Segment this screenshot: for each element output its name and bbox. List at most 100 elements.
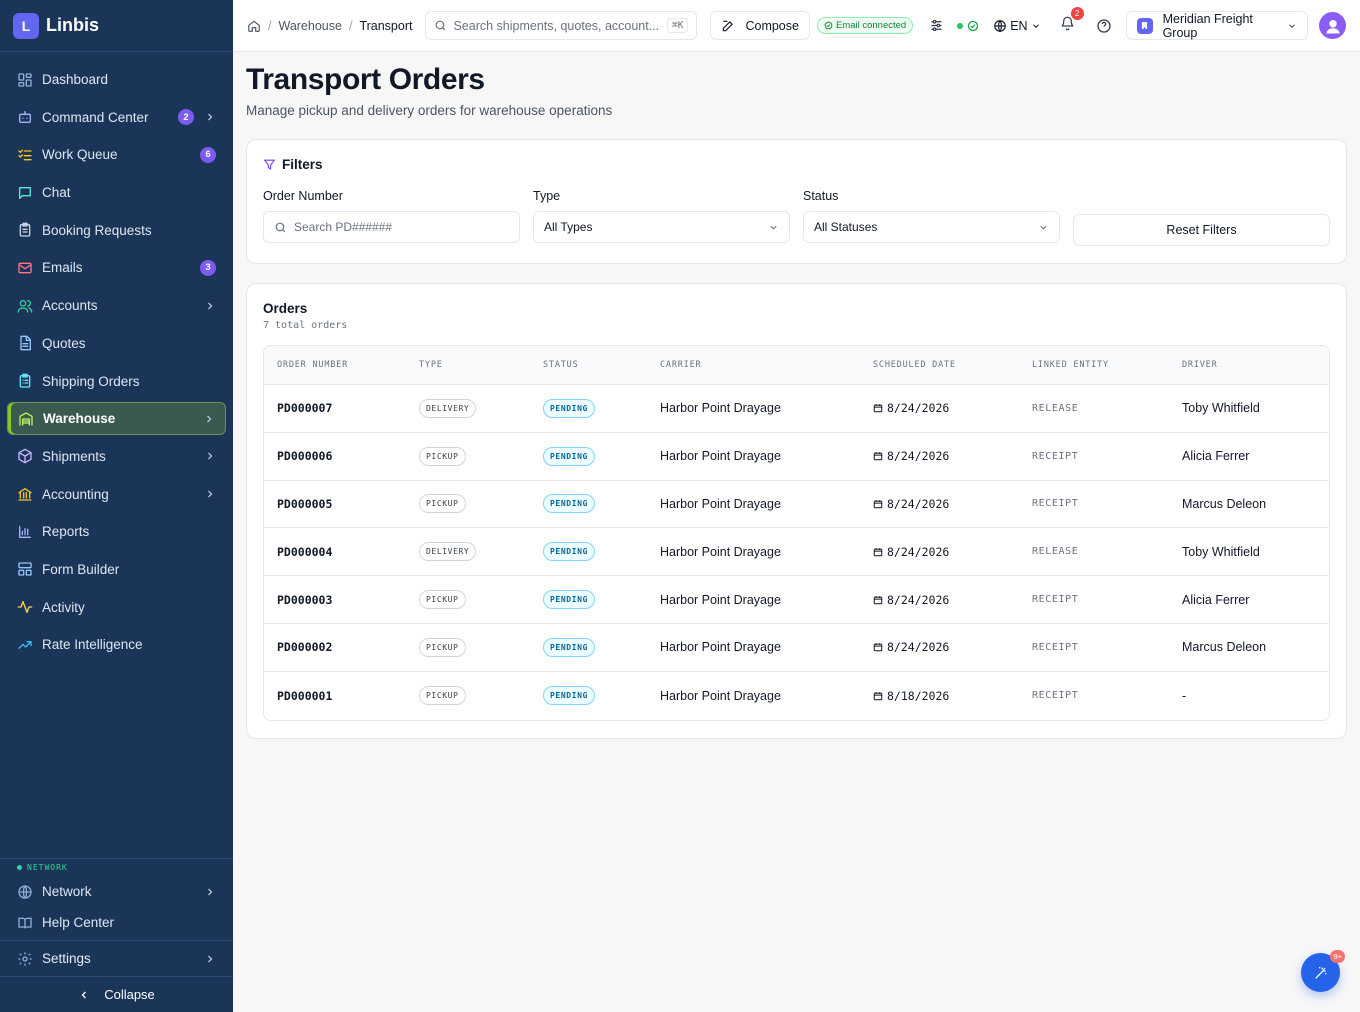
order-number[interactable]: PD000007 [277,401,332,415]
order-number[interactable]: PD000005 [277,497,332,511]
sidebar-item-help-center[interactable]: Help Center [7,907,226,938]
sliders-button[interactable] [929,18,944,33]
linked-entity[interactable]: RELEASE [1032,546,1078,557]
table-row[interactable]: PD000007 DELIVERY PENDING Harbor Point Dray… [264,385,1329,433]
ai-assistant-button[interactable]: 9+ [1301,950,1345,992]
status-select[interactable]: All Statuses [803,211,1060,243]
sidebar-item-network[interactable]: Network [7,876,226,907]
breadcrumb-warehouse[interactable]: Warehouse [278,19,341,33]
connection-status [957,20,979,32]
filter-row: Order Number Search PD###### Type All Ty… [263,189,1330,246]
calendar-icon [873,500,883,509]
compose-label: Compose [745,18,799,33]
order-number[interactable]: PD000002 [277,640,332,654]
type-label: Type [533,189,561,203]
sidebar-item-label: Form Builder [42,561,120,577]
home-icon[interactable] [247,19,261,33]
column-header[interactable]: CARRIER [647,360,860,370]
layout-icon [17,561,33,577]
column-header[interactable]: TYPE [406,360,530,370]
order-number-placeholder: Search PD###### [294,220,393,234]
type-badge: DELIVERY [419,542,477,562]
table-row[interactable]: PD000005 PICKUP PENDING Harbor Point Drayag… [264,481,1329,529]
globe-icon [17,884,33,900]
reset-filters-button[interactable]: Reset Filters [1073,214,1330,246]
type-value: All Types [544,220,593,234]
driver-name: Marcus Deleon [1182,496,1267,511]
search-icon [275,222,286,232]
scheduled-date: 8/24/2026 [887,496,950,511]
sidebar-item-accounts[interactable]: Accounts [7,289,226,322]
notifications-button[interactable]: 2 [1060,6,1084,36]
table-row[interactable]: PD000003 PICKUP PENDING Harbor Point Drayag… [264,576,1329,624]
filters-header: Filters [263,157,1330,172]
column-header[interactable]: DRIVER [1169,360,1329,370]
collapse-button[interactable]: Collapse [0,976,233,1012]
linked-entity[interactable]: RECEIPT [1032,451,1078,462]
sidebar-item-warehouse[interactable]: Warehouse [7,402,226,436]
carrier-name: Harbor Point Drayage [660,401,781,416]
order-number[interactable]: PD000003 [277,593,332,607]
column-header[interactable]: STATUS [530,360,647,370]
table-row[interactable]: PD000001 PICKUP PENDING Harbor Point Drayag… [264,672,1329,720]
sidebar-item-quotes[interactable]: Quotes [7,327,226,360]
sidebar-item-activity[interactable]: Activity [7,591,226,624]
sidebar-item-settings[interactable]: Settings [0,940,233,976]
sidebar-item-emails[interactable]: Emails 3 [7,251,226,284]
gear-icon [17,951,33,967]
linked-entity[interactable]: RECEIPT [1032,498,1078,509]
check-circle-icon [824,21,833,30]
column-header[interactable]: ORDER NUMBER [264,360,406,370]
table-body: PD000007 DELIVERY PENDING Harbor Point Dray… [264,385,1329,720]
sidebar-item-chat[interactable]: Chat [7,176,226,209]
organization-switcher[interactable]: Meridian Freight Group [1125,11,1308,40]
language-selector[interactable]: EN [993,19,1040,33]
linked-entity[interactable]: RECEIPT [1032,594,1078,605]
chevron-right-icon [208,888,213,895]
filters-title: Filters [282,157,323,172]
linked-entity[interactable]: RELEASE [1032,403,1078,414]
sidebar-item-badge: 6 [200,146,216,163]
sidebar-item-label: Quotes [42,335,86,351]
compose-button[interactable]: Compose [710,11,810,40]
order-number[interactable]: PD000001 [277,689,332,703]
filter-icon [263,159,276,170]
status-badge: PENDING [543,637,595,657]
table-row[interactable]: PD000006 PICKUP PENDING Harbor Point Drayag… [264,433,1329,481]
scheduled-date: 8/24/2026 [887,449,950,464]
organization-name: Meridian Freight Group [1162,11,1253,40]
order-number[interactable]: PD000006 [277,449,332,463]
sidebar-item-work-queue[interactable]: Work Queue 6 [7,138,226,171]
column-header[interactable]: SCHEDULED DATE [860,360,1019,370]
column-header[interactable]: LINKED ENTITY [1019,360,1169,370]
type-select[interactable]: All Types [533,211,790,243]
sidebar-item-form-builder[interactable]: Form Builder [7,553,226,586]
sidebar-item-label: Reports [42,524,90,540]
main-content: Transport Orders Manage pickup and deliv… [246,52,1347,739]
sidebar-item-shipping-orders[interactable]: Shipping Orders [7,365,226,398]
table-row[interactable]: PD000004 DELIVERY PENDING Harbor Point Dray… [264,528,1329,577]
sidebar-item-reports[interactable]: Reports [7,515,226,548]
chevron-right-icon [208,113,213,121]
help-button[interactable] [1096,18,1112,34]
order-number-input[interactable]: Search PD###### [263,211,520,243]
sidebar-item-accounting[interactable]: Accounting [7,478,226,511]
sidebar-item-command-center[interactable]: Command Center 2 [7,101,226,134]
linked-entity[interactable]: RECEIPT [1032,690,1078,701]
global-search-input[interactable]: Search shipments, quotes, account... ⌘K [425,11,698,40]
order-number[interactable]: PD000004 [277,545,332,559]
sidebar-item-rate-intelligence[interactable]: Rate Intelligence [7,628,226,661]
status-dot [17,865,22,870]
sidebar-item-label: Settings [42,951,91,966]
search-icon [436,20,446,31]
user-icon [1325,19,1340,33]
sidebar-item-shipments[interactable]: Shipments [7,440,226,473]
sidebar-item-label: Chat [42,185,71,201]
sidebar-item-dashboard[interactable]: Dashboard [7,63,226,96]
sidebar-item-booking-requests[interactable]: Booking Requests [7,214,226,247]
table-header: ORDER NUMBER TYPE STATUS CARRIER SCHEDUL… [264,346,1329,385]
brand[interactable]: L Linbis [0,0,233,52]
user-avatar[interactable] [1319,12,1346,39]
table-row[interactable]: PD000002 PICKUP PENDING Harbor Point Drayag… [264,624,1329,672]
linked-entity[interactable]: RECEIPT [1032,642,1078,653]
